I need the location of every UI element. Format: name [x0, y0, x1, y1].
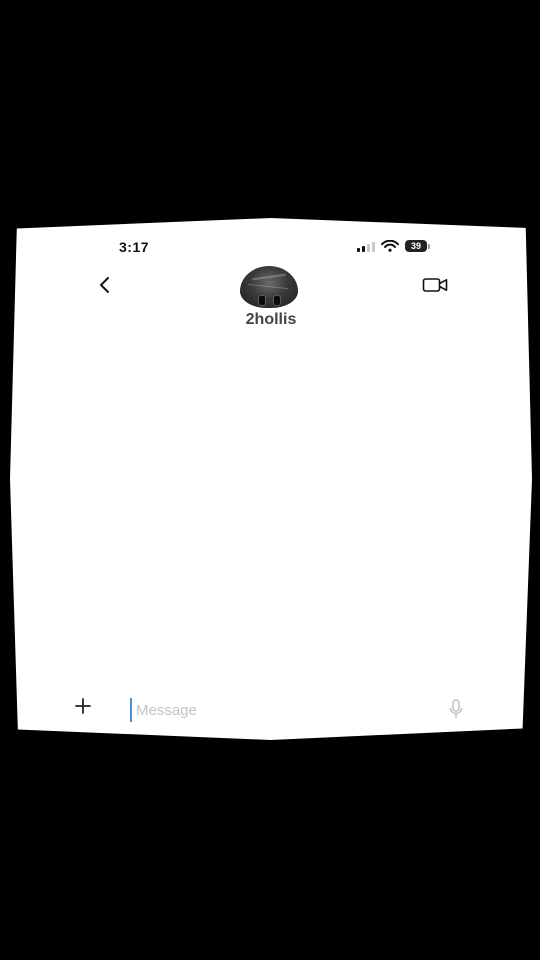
phone-screen: 3:17 39 2hollis: [10, 218, 532, 740]
video-camera-icon[interactable]: [422, 276, 448, 294]
message-input[interactable]: [130, 698, 436, 722]
back-button[interactable]: [94, 274, 116, 296]
message-thread[interactable]: [10, 338, 532, 683]
wifi-icon: [381, 240, 399, 252]
microphone-icon[interactable]: [449, 699, 463, 719]
battery-tip: [428, 244, 430, 249]
avatar[interactable]: [240, 266, 298, 308]
add-attachment-button[interactable]: [73, 696, 93, 716]
cellular-signal-icon: [357, 242, 377, 252]
battery-icon: 39: [405, 240, 427, 252]
photo-frame: 3:17 39 2hollis: [0, 0, 540, 960]
conversation-username[interactable]: 2hollis: [10, 311, 532, 329]
status-time: 3:17: [119, 239, 150, 255]
